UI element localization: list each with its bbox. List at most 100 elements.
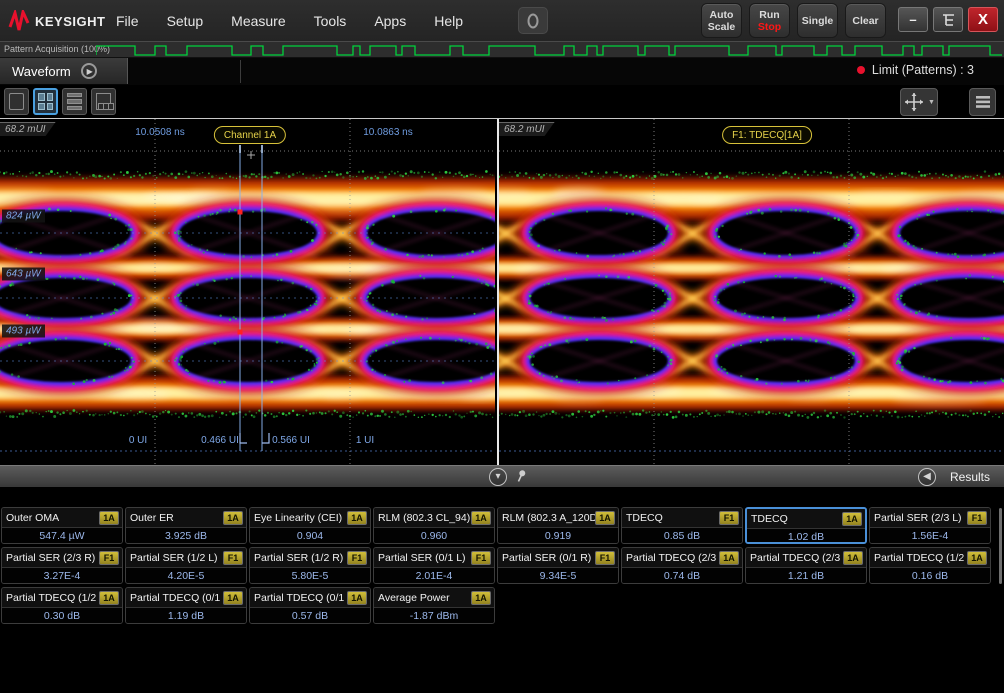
function-bubble[interactable]: F1: TDECQ[1A] — [722, 126, 812, 144]
run-stop-button[interactable]: RunStop — [749, 3, 790, 38]
result-value: 0.85 dB — [622, 527, 742, 544]
source-badge: 1A — [471, 591, 491, 605]
result-cell[interactable]: Partial SER (0/1 L)F12.01E-4 — [373, 547, 495, 584]
result-cell[interactable]: Partial SER (2/3 R)F13.27E-4 — [1, 547, 123, 584]
tab-waveform[interactable]: Waveform ▶ — [0, 58, 128, 84]
results-title: Results — [950, 470, 990, 484]
source-badge: F1 — [347, 551, 367, 565]
hamburger-menu-icon — [975, 95, 991, 109]
result-cell[interactable]: Outer ER1A3.925 dB — [125, 507, 247, 544]
layout-single-button[interactable] — [4, 88, 29, 115]
titlebar: KEYSIGHT FileSetupMeasureToolsAppsHelp A… — [0, 0, 1004, 42]
result-cell[interactable]: Partial SER (0/1 R)F19.34E-5 — [497, 547, 619, 584]
limit-text: Limit (Patterns) : 3 — [872, 63, 974, 77]
result-value: 547.4 µW — [2, 527, 122, 544]
menu-measure[interactable]: Measure — [217, 9, 299, 33]
result-cell[interactable]: Outer OMA1A547.4 µW — [1, 507, 123, 544]
pan-move-button[interactable]: ▼ — [900, 88, 938, 116]
menu-setup[interactable]: Setup — [153, 9, 218, 33]
result-cell[interactable]: RLM (802.3 A_120D)1A0.919 — [497, 507, 619, 544]
minimize-button[interactable]: – — [898, 7, 928, 32]
layout-stacked-button[interactable] — [62, 88, 87, 115]
result-cell[interactable]: Eye Linearity (CEI)1A0.904 — [249, 507, 371, 544]
menu-apps[interactable]: Apps — [360, 9, 420, 33]
result-value: -1.87 dBm — [374, 607, 494, 624]
measurement-results-grid: Outer OMA1A547.4 µWOuter ER1A3.925 dBEye… — [0, 487, 1004, 693]
panel-menu-button[interactable] — [969, 88, 996, 116]
clear-button[interactable]: Clear — [845, 3, 886, 38]
play-icon[interactable]: ▶ — [81, 63, 97, 79]
move-crosshair-icon — [903, 91, 925, 113]
result-cell[interactable]: Partial TDECQ (2/3 L)1A0.74 dB — [621, 547, 743, 584]
layout-quad-button[interactable] — [33, 88, 58, 115]
result-value: 0.919 — [498, 527, 618, 544]
result-label: Partial TDECQ (2/3 R) — [750, 552, 843, 564]
result-value: 1.21 dB — [746, 567, 866, 584]
menu-help[interactable]: Help — [420, 9, 477, 33]
result-label: Outer OMA — [6, 512, 59, 524]
menu-file[interactable]: File — [102, 9, 153, 33]
source-badge: F1 — [719, 511, 739, 525]
result-value: 9.34E-5 — [498, 567, 618, 584]
result-cell[interactable]: Partial SER (1/2 R)F15.80E-5 — [249, 547, 371, 584]
result-label: Outer ER — [130, 512, 174, 524]
result-label: Partial SER (2/3 L) — [874, 512, 962, 524]
result-cell[interactable]: Partial TDECQ (0/1 L)1A1.19 dB — [125, 587, 247, 624]
ui-label: 1 UI — [356, 435, 374, 446]
source-badge: F1 — [967, 511, 987, 525]
eye-panel-tdecq-f1[interactable]: 68.2 mUI F1: TDECQ[1A] — [499, 119, 1004, 465]
single-pane-icon — [9, 93, 24, 110]
layout-tabbed-button[interactable] — [91, 88, 116, 115]
window-layout-icon — [941, 13, 956, 27]
source-badge: F1 — [99, 551, 119, 565]
collapse-chevron-button[interactable]: ▾ — [489, 468, 507, 486]
result-row: Partial TDECQ (1/2 R)1A0.30 dBPartial TD… — [1, 587, 1004, 624]
result-value: 0.16 dB — [870, 567, 990, 584]
result-cell[interactable]: Average Power 1A -1.87 dBm — [373, 587, 495, 624]
result-value: 1.56E-4 — [870, 527, 990, 544]
eye-diagram-channel-1a — [0, 119, 495, 465]
amp-label: 643 µW — [2, 268, 45, 281]
result-label: Partial TDECQ (2/3 L) — [626, 552, 719, 564]
result-label: Partial SER (2/3 R) — [6, 552, 95, 564]
result-cell[interactable]: TDECQF10.85 dB — [621, 507, 743, 544]
result-label: RLM (802.3 CL_94) — [378, 512, 470, 524]
result-value: 5.80E-5 — [250, 567, 370, 584]
close-button[interactable]: X — [968, 7, 998, 32]
window-buttons: – X — [898, 7, 998, 32]
result-label: Partial TDECQ (0/1 L) — [130, 592, 223, 604]
menu-bar: FileSetupMeasureToolsAppsHelp — [102, 0, 477, 41]
result-value: 1.02 dB — [747, 528, 865, 544]
single-button[interactable]: Single — [797, 3, 838, 38]
pattern-activity-waveform — [96, 43, 1002, 57]
auto-scale-button[interactable]: AutoScale — [701, 3, 742, 38]
result-label: Partial TDECQ (0/1 R) — [254, 592, 347, 604]
result-value: 2.01E-4 — [374, 567, 494, 584]
result-cell[interactable]: Partial SER (1/2 L)F14.20E-5 — [125, 547, 247, 584]
result-label: TDECQ — [751, 513, 788, 525]
result-value: 0.74 dB — [622, 567, 742, 584]
menu-tools[interactable]: Tools — [300, 9, 361, 33]
result-cell[interactable]: TDECQ1A1.02 dB — [745, 507, 867, 544]
ui-label: 0 UI — [129, 435, 147, 446]
result-value: 0.30 dB — [2, 607, 122, 624]
pin-icon[interactable] — [514, 469, 528, 484]
result-cell[interactable]: Partial TDECQ (2/3 R)1A1.21 dB — [745, 547, 867, 584]
result-label: Average Power — [378, 592, 450, 604]
result-label: Eye Linearity (CEI) — [254, 512, 342, 524]
result-cell[interactable]: Partial SER (2/3 L) F1 1.56E-4 — [869, 507, 991, 544]
result-cell[interactable]: Partial TDECQ (0/1 R)1A0.57 dB — [249, 587, 371, 624]
screenshot-camera-button[interactable] — [518, 7, 548, 34]
results-scroll-left-button[interactable]: ◀ — [918, 468, 936, 486]
result-cell[interactable]: RLM (802.3 CL_94)1A0.960 — [373, 507, 495, 544]
result-value: 3.925 dB — [126, 527, 246, 544]
result-cell[interactable]: Partial TDECQ (1/2 L)1A0.16 dB — [869, 547, 991, 584]
eye-panel-channel-1a[interactable]: 68.2 mUI Channel 1A 10.0508 ns10.0863 ns… — [0, 119, 499, 465]
result-cell[interactable]: Partial TDECQ (1/2 R)1A0.30 dB — [1, 587, 123, 624]
source-badge: F1 — [595, 551, 615, 565]
acquisition-buttons: AutoScaleRunStopSingleClear — [701, 3, 886, 38]
results-scrollbar[interactable] — [999, 508, 1002, 584]
channel-bubble[interactable]: Channel 1A — [214, 126, 286, 144]
flexdca-window: KEYSIGHT FileSetupMeasureToolsAppsHelp A… — [0, 0, 1004, 693]
window-layout-button[interactable] — [933, 7, 963, 32]
